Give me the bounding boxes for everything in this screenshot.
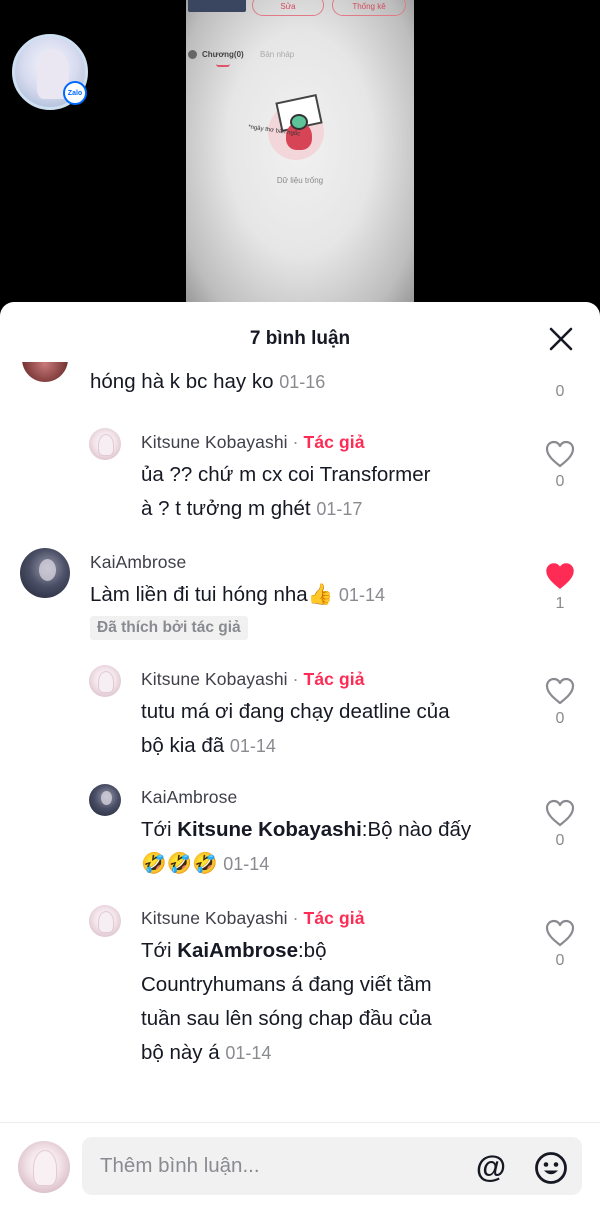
comments-count-title: 7 bình luận [249,328,351,349]
like-button[interactable]: 1 [544,562,576,613]
shot-tab-icon [188,50,197,59]
comment-username[interactable]: Kitsune Kobayashi · Tác giả [141,432,365,453]
like-button[interactable]: 0 [544,362,576,401]
comment-item: KaiAmbrose Làm liền đi tui hóng nha👍 01-… [0,546,600,654]
like-count: 0 [555,952,565,969]
like-count: 1 [555,595,565,612]
current-user-avatar [18,1141,70,1193]
heart-outline-icon [545,799,575,827]
heart-filled-icon [546,563,574,589]
reply-item: Kitsune Kobayashi · Tác giả tutu má ơi đ… [0,661,600,771]
like-count: 0 [555,473,565,490]
reply-item: KaiAmbrose Tới Kitsune Kobayashi:Bộ nào … [0,783,600,893]
zalo-icon: Zalo [63,81,87,105]
comment-username[interactable]: KaiAmbrose [90,552,186,573]
comment-username[interactable]: Kitsune Kobayashi · Tác giả [141,669,365,690]
emoji-icon[interactable] [534,1151,568,1185]
comment-text: tutu má ơi đang chạy deatline của bộ kia… [141,700,450,757]
shot-tab-chapters: Chương(0) [202,50,244,59]
reply-item: Kitsune Kobayashi · Tác giả Tới KaiAmbro… [0,903,600,1083]
mention-at-icon[interactable]: @ [474,1151,508,1185]
author-badge: Tác giả [303,669,365,689]
avatar[interactable] [89,905,121,937]
comment-item: hóng hà k bc hay ko 01-16 0 [0,362,600,414]
comment-text: hóng hà k bc hay ko 01-16 [90,370,326,393]
comments-sheet: 7 bình luận hóng hà k bc hay ko 01-16 0 … [0,302,600,1209]
liked-by-author-tag: Đã thích bởi tác giả [90,616,248,640]
avatar[interactable] [20,548,70,598]
like-count: 0 [555,383,565,400]
like-button[interactable]: 0 [544,919,576,970]
author-badge: Tác giả [303,908,365,928]
video-background[interactable]: Sửa Thống kê Chương(0) Bản nháp *ngây th… [0,0,600,320]
heart-outline-icon [545,440,575,468]
like-count: 0 [555,710,565,727]
comment-username[interactable]: KaiAmbrose [141,787,237,808]
shot-thumbnail [188,0,246,12]
shot-tab-drafts: Bản nháp [260,50,295,59]
avatar[interactable] [89,784,121,816]
comment-text: Tới KaiAmbrose:bộ Countryhumans á đang v… [141,939,432,1064]
comment-text: Tới Kitsune Kobayashi:Bộ nào đấy 🤣🤣🤣 01-… [141,818,472,875]
comment-text: Làm liền đi tui hóng nha👍 01-14 [90,583,385,606]
comments-list[interactable]: hóng hà k bc hay ko 01-16 0 Kitsune Koba… [0,362,600,1122]
shot-empty-illustration: *ngây thơ bán ngốc [246,93,336,166]
like-count: 0 [555,832,565,849]
heart-outline-icon [545,677,575,705]
comment-username[interactable]: Kitsune Kobayashi · Tác giả [141,908,365,929]
shot-tab-underline [216,64,230,67]
reply-item: Kitsune Kobayashi · Tác giả ủa ?? chứ m … [0,424,600,534]
video-screenshot: Sửa Thống kê Chương(0) Bản nháp *ngây th… [186,0,414,320]
shot-edit-button: Sửa [252,0,324,16]
mention: KaiAmbrose [177,939,298,962]
like-button[interactable]: 0 [544,440,576,491]
avatar[interactable] [89,428,121,460]
avatar[interactable] [89,665,121,697]
mention: Kitsune Kobayashi [177,818,362,841]
like-button[interactable]: 0 [544,799,576,850]
comment-input-bar: @ [0,1122,600,1209]
comment-text: ủa ?? chứ m cx coi Transformer à ? t tưở… [141,463,431,520]
author-badge: Tác giả [303,432,365,452]
like-button[interactable]: 0 [544,677,576,728]
close-icon[interactable] [548,326,574,352]
shot-empty-text: Dữ liệu trống [276,176,324,185]
avatar[interactable] [22,362,68,382]
heart-outline-icon [545,919,575,947]
shot-stats-button: Thống kê [332,0,406,16]
zalo-floating-avatar[interactable]: Zalo [12,34,88,110]
